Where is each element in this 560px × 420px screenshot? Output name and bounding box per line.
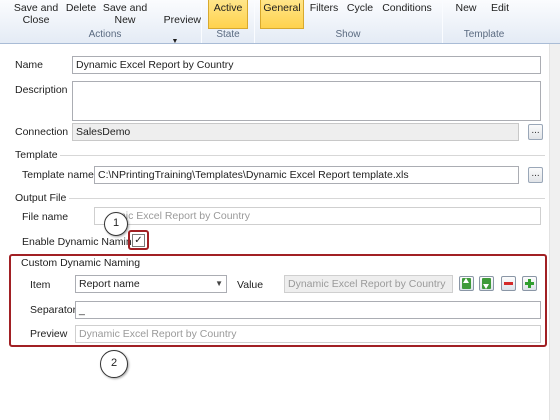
item-select[interactable]: Report name ▼ (75, 275, 227, 293)
callout-1: 1 (104, 212, 128, 236)
actions-group-label: Actions (88, 29, 122, 40)
show-group-label: Show (335, 29, 361, 40)
section-divider (69, 198, 545, 199)
vertical-scrollbar[interactable] (549, 44, 560, 420)
dropdown-arrow-icon[interactable]: ▼ (215, 276, 223, 292)
output-file-section-label: Output File (15, 192, 67, 204)
item-label: Item (30, 279, 51, 291)
tab-general[interactable]: General (260, 0, 304, 29)
save-and-new-button[interactable]: Save and New (100, 0, 150, 29)
move-up-arrow (463, 278, 469, 283)
delete-button[interactable]: Delete (62, 0, 100, 29)
section-divider (60, 155, 545, 156)
move-down-arrow (483, 284, 489, 289)
preview-button[interactable]: Preview ▼ (152, 0, 202, 45)
ribbon-separator (201, 0, 202, 43)
file-name-label: File name (22, 211, 69, 223)
custom-dynamic-naming-title: Custom Dynamic Naming (21, 257, 141, 269)
template-new-button[interactable]: New (450, 0, 482, 29)
preview-label-text: Preview (30, 328, 68, 340)
template-browse-button[interactable]: ... (528, 167, 543, 183)
ribbon-separator (254, 0, 255, 43)
template-group-label: Template (463, 29, 505, 40)
tab-filters[interactable]: Filters (306, 0, 342, 29)
file-name-field[interactable]: mic Excel Report by Country (94, 207, 541, 225)
remove-button[interactable] (501, 276, 516, 291)
tab-conditions[interactable]: Conditions (380, 0, 434, 29)
state-group-label: State (216, 29, 240, 40)
name-field[interactable]: Dynamic Excel Report by Country (72, 56, 541, 74)
callout-2: 2 (100, 350, 128, 378)
add-icon-vertical (528, 279, 531, 288)
move-up-button[interactable] (459, 276, 474, 291)
template-edit-button[interactable]: Edit (484, 0, 516, 29)
name-label: Name (15, 59, 44, 71)
description-field[interactable] (72, 81, 541, 121)
preview-label: Preview (163, 14, 202, 26)
ribbon: Save and Close Delete Save and New Previ… (0, 0, 560, 45)
connection-field[interactable]: SalesDemo (72, 123, 519, 141)
checkmark-icon: ✓ (134, 235, 143, 246)
tab-cycle[interactable]: Cycle (344, 0, 376, 29)
preview-field: Dynamic Excel Report by Country (75, 325, 541, 343)
enable-dynamic-naming-checkbox[interactable]: ✓ (132, 234, 145, 247)
enable-dynamic-naming-label: Enable Dynamic Naming (22, 236, 138, 248)
active-toggle-button[interactable]: Active (208, 0, 248, 29)
remove-icon (504, 282, 513, 285)
connection-label: Connection (15, 126, 69, 138)
value-field[interactable]: Dynamic Excel Report by Country (284, 275, 453, 293)
move-down-button[interactable] (479, 276, 494, 291)
connection-browse-button[interactable]: ... (528, 124, 543, 140)
template-name-field[interactable]: C:\NPrintingTraining\Templates\Dynamic E… (94, 166, 519, 184)
separator-field[interactable]: _ (75, 301, 541, 319)
value-label: Value (237, 279, 264, 291)
template-section-label: Template (15, 149, 58, 161)
separator-label: Separator (30, 304, 77, 316)
item-select-value: Report name (79, 278, 140, 290)
description-label: Description (15, 84, 68, 96)
save-and-close-button[interactable]: Save and Close (10, 0, 62, 29)
template-name-label: Template name (22, 169, 94, 181)
add-button[interactable] (522, 276, 537, 291)
ribbon-separator (442, 0, 443, 43)
report-form: Name Dynamic Excel Report by Country Des… (0, 45, 560, 420)
